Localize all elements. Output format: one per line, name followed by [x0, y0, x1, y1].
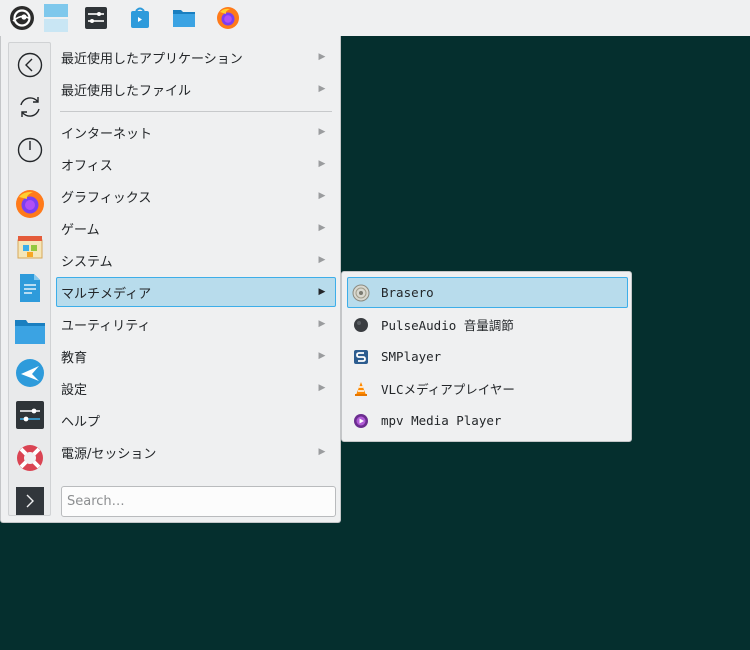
submenu-item-label: mpv Media Player [381, 413, 502, 428]
menu-item-label: 設定 [61, 382, 88, 398]
favorite-terminal[interactable] [13, 483, 47, 519]
terminal-icon [16, 487, 44, 515]
menu-item-label: グラフィックス [61, 190, 152, 206]
favorite-discover[interactable] [13, 228, 47, 264]
favorite-text-editor[interactable] [13, 270, 47, 306]
menu-item-internet[interactable]: インターネット ▶ [56, 117, 336, 147]
discover-icon [131, 7, 149, 28]
taskbar [0, 0, 750, 36]
chevron-right-icon: ▶ [318, 351, 326, 361]
menu-item-label: 電源/セッション [61, 446, 157, 462]
firefox-icon [16, 190, 44, 218]
menu-item-help[interactable]: ヘルプ [56, 405, 336, 435]
menu-item-label: 教育 [61, 350, 88, 366]
menu-item-label: マルチメディア [61, 286, 152, 302]
menu-item-label: 最近使用したファイル [61, 83, 192, 99]
firefox-launcher[interactable] [214, 4, 242, 32]
menu-item-label: オフィス [61, 158, 113, 174]
chevron-right-icon: ▶ [318, 447, 326, 457]
chevron-right-icon: ▶ [318, 191, 326, 201]
submenu-item-label: VLCメディアプレイヤー [381, 382, 515, 397]
settings-icon [85, 7, 107, 29]
back-icon [17, 52, 43, 78]
search-input[interactable] [61, 486, 336, 517]
favorite-firefox[interactable] [13, 186, 47, 222]
system-settings-icon [16, 401, 44, 429]
menu-item-games[interactable]: ゲーム ▶ [56, 213, 336, 243]
submenu-item-label: SMPlayer [381, 349, 442, 364]
application-menu: 最近使用したアプリケーション ▶ 最近使用したファイル ▶ インターネット ▶ … [0, 36, 341, 523]
menu-item-label: システム [61, 254, 113, 270]
firefox-icon [217, 7, 239, 29]
folder-icon [173, 10, 195, 27]
menu-item-system[interactable]: システム ▶ [56, 245, 336, 275]
application-launcher-button[interactable] [8, 4, 36, 32]
menu-item-graphics[interactable]: グラフィックス ▶ [56, 181, 336, 211]
submenu-item-brasero[interactable]: Brasero [347, 277, 628, 308]
desktop-pager[interactable] [43, 3, 69, 33]
menu-item-multimedia[interactable]: マルチメディア ▶ [56, 277, 336, 307]
restart-icon [20, 97, 40, 117]
submenu-item-label: Brasero [381, 285, 434, 300]
submenu-item-smplayer[interactable]: SMPlayer [347, 341, 628, 372]
menu-item-education[interactable]: 教育 ▶ [56, 341, 336, 371]
menu-item-label: インターネット [61, 126, 153, 142]
kde-connect-icon [16, 359, 44, 387]
chevron-right-icon: ▶ [318, 319, 326, 329]
discover-launcher[interactable] [126, 4, 154, 32]
power-icon [17, 137, 43, 163]
menu-item-label: ユーティリティ [61, 318, 151, 334]
chevron-right-icon: ▶ [318, 84, 326, 94]
discover-icon [17, 236, 43, 259]
chevron-right-icon: ▶ [318, 255, 326, 265]
menu-item-recent-files[interactable]: 最近使用したファイル ▶ [56, 74, 336, 104]
chevron-right-icon: ▶ [318, 52, 326, 62]
chevron-right-icon: ▶ [318, 383, 326, 393]
menu-item-recent-applications[interactable]: 最近使用したアプリケーション ▶ [56, 42, 336, 72]
favorite-kde-connect[interactable] [13, 355, 47, 391]
menu-item-utilities[interactable]: ユーティリティ ▶ [56, 309, 336, 339]
menu-item-label: ヘルプ [61, 414, 101, 430]
submenu-item-label: PulseAudio 音量調節 [381, 318, 514, 333]
favorite-file-manager[interactable] [13, 313, 47, 349]
brasero-icon [352, 284, 370, 302]
pulseaudio-icon [352, 316, 370, 334]
menu-item-label: ゲーム [61, 222, 100, 238]
submenu-item-mpv[interactable]: mpv Media Player [347, 405, 628, 436]
back-button[interactable] [13, 47, 47, 83]
menu-item-label: 最近使用したアプリケーション [61, 51, 243, 67]
smplayer-icon [352, 348, 370, 366]
file-manager-launcher[interactable] [170, 4, 198, 32]
help-icon [17, 445, 43, 471]
system-settings-launcher[interactable] [82, 4, 110, 32]
submenu-item-vlc[interactable]: VLCメディアプレイヤー [347, 373, 628, 404]
multimedia-submenu: Brasero PulseAudio 音量調節 SMPlayer VLCメディア… [341, 271, 632, 442]
submenu-item-pulseaudio[interactable]: PulseAudio 音量調節 [347, 309, 628, 340]
chevron-right-icon: ▶ [318, 287, 326, 297]
mpv-icon [352, 412, 370, 430]
menu-item-settings[interactable]: 設定 ▶ [56, 373, 336, 403]
text-editor-icon [20, 274, 40, 302]
folder-icon [15, 320, 45, 344]
shutdown-button[interactable] [13, 132, 47, 168]
chevron-right-icon: ▶ [318, 159, 326, 169]
menu-item-power-session[interactable]: 電源/セッション ▶ [56, 437, 336, 467]
favorites-bar [8, 42, 51, 516]
chevron-right-icon: ▶ [318, 127, 326, 137]
favorite-system-settings[interactable] [13, 397, 47, 433]
chevron-right-icon: ▶ [318, 223, 326, 233]
favorite-help[interactable] [13, 440, 47, 476]
menu-item-office[interactable]: オフィス ▶ [56, 149, 336, 179]
restart-button[interactable] [13, 89, 47, 125]
opensuse-icon [10, 6, 34, 30]
vlc-icon [352, 380, 370, 398]
pager-icon [44, 4, 68, 32]
menu-separator [60, 111, 332, 112]
